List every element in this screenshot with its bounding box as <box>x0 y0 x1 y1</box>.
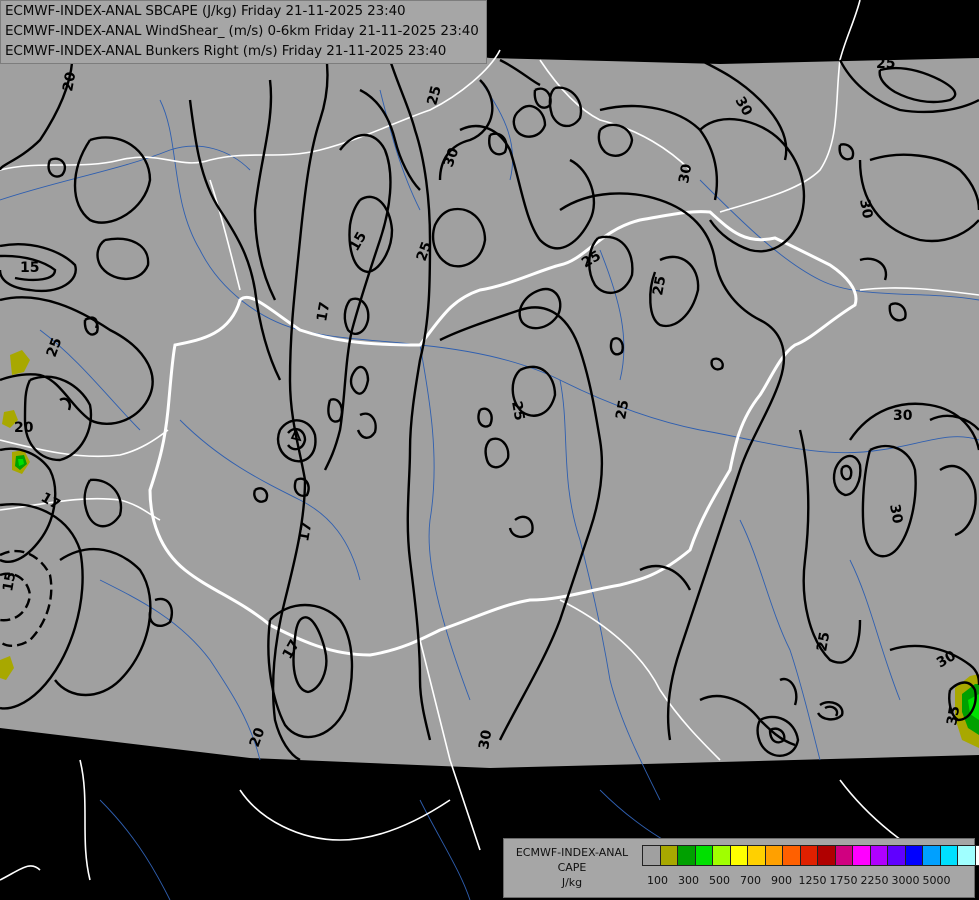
contour-label: 35 <box>944 705 963 727</box>
legend-unit: J/kg <box>561 876 583 889</box>
legend-swatch <box>782 845 801 866</box>
contour-label: 30 <box>676 162 695 184</box>
contour-label: 25 <box>876 56 895 72</box>
legend-model: ECMWF-INDEX-ANAL <box>515 846 629 859</box>
legend-swatch <box>957 845 976 866</box>
legend-color-bar <box>642 845 979 866</box>
legend-tick-label: 1750 <box>829 874 858 887</box>
contour-label: 17 <box>296 521 315 543</box>
legend-swatch <box>939 845 958 866</box>
map-title-box: ECMWF-INDEX-ANAL SBCAPE (J/kg) Friday 21… <box>0 0 487 64</box>
legend-swatch <box>712 845 731 866</box>
contour-label: 15 <box>0 571 19 593</box>
legend-swatch <box>869 845 888 866</box>
contour-label: 20 <box>14 420 34 436</box>
weather-map: 20 25 30 25 30 30 25 25 25 15 17 25 25 2… <box>0 0 979 900</box>
map-viewer: 20 25 30 25 30 30 25 25 25 15 17 25 25 2… <box>0 0 979 900</box>
legend-tick-label: 900 <box>771 874 792 887</box>
contour-label: 25 <box>650 275 669 297</box>
legend-tick-label: 3000 <box>891 874 920 887</box>
title-bunkers: ECMWF-INDEX-ANAL Bunkers Right (m/s) Fri… <box>5 43 447 59</box>
legend-swatch <box>747 845 766 866</box>
contour-label: 20 <box>60 70 79 92</box>
legend-ticks: 100 300 500 700 900 1250 1750 2250 3000 5000 <box>640 874 970 888</box>
legend-swatch <box>677 845 696 866</box>
title-sbcape: ECMWF-INDEX-ANAL SBCAPE (J/kg) Friday 21… <box>5 3 406 19</box>
legend-swatch <box>922 845 941 866</box>
legend-swatch <box>764 845 783 866</box>
legend-tick-label: 2250 <box>860 874 889 887</box>
contour-label: 30 <box>476 728 495 750</box>
legend-swatch <box>659 845 678 866</box>
legend-swatch <box>974 845 979 866</box>
legend-swatch <box>642 845 661 866</box>
legend-swatch <box>729 845 748 866</box>
legend-swatch <box>694 845 713 866</box>
contour-label: 25 <box>508 400 527 422</box>
contour-label: 25 <box>814 631 833 653</box>
legend-swatch <box>834 845 853 866</box>
contour-label: 17 <box>314 301 333 323</box>
contour-label: 30 <box>886 503 905 525</box>
cape-legend: ECMWF-INDEX-ANAL CAPE J/kg 100 300 500 700 9… <box>503 838 979 898</box>
legend-swatch <box>887 845 906 866</box>
legend-tick-label: 500 <box>709 874 730 887</box>
legend-tick-label: 300 <box>678 874 699 887</box>
legend-tick-label: 700 <box>740 874 761 887</box>
legend-caption: ECMWF-INDEX-ANAL CAPE J/kg <box>508 845 636 890</box>
contour-label: 30 <box>856 198 875 220</box>
contour-label: 15 <box>20 260 39 276</box>
legend-tick-label: 100 <box>647 874 668 887</box>
legend-tick-label: 1250 <box>798 874 827 887</box>
contour-label: 25 <box>613 399 632 421</box>
title-windshear: ECMWF-INDEX-ANAL WindShear_ (m/s) 0-6km … <box>5 23 479 39</box>
legend-swatch <box>817 845 836 866</box>
legend-swatch <box>799 845 818 866</box>
legend-swatch <box>904 845 923 866</box>
legend-swatch <box>852 845 871 866</box>
legend-tick-label: 5000 <box>922 874 951 887</box>
contour-label: 30 <box>893 408 913 424</box>
legend-parameter: CAPE <box>557 861 587 874</box>
